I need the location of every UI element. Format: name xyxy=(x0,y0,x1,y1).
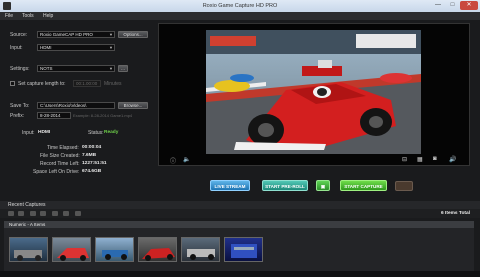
menu-file[interactable]: File xyxy=(5,13,13,19)
marker-icon[interactable] xyxy=(395,181,413,191)
race-car-image xyxy=(206,30,421,154)
prefix-label: Prefix: xyxy=(10,113,25,119)
thumbnail-image xyxy=(57,248,89,261)
capture-thumbnail[interactable] xyxy=(181,237,220,262)
thumbnail-image xyxy=(14,250,42,261)
menu-tools[interactable]: Tools xyxy=(22,13,34,19)
share-icon[interactable] xyxy=(63,211,69,216)
prefix-input[interactable]: 8-28-2014 xyxy=(37,112,71,119)
capture-length-input[interactable]: 00:1.00:00 xyxy=(73,80,101,87)
folder-icon[interactable] xyxy=(30,211,36,216)
info-icon[interactable]: ⓘ xyxy=(170,156,176,165)
file-size-value: 7.6MB xyxy=(82,153,97,158)
status-value: Ready xyxy=(104,130,119,135)
browse-button[interactable]: Browse... xyxy=(118,102,148,109)
back-icon[interactable] xyxy=(8,211,14,216)
capture-thumbnail[interactable] xyxy=(224,237,263,262)
space-left-label: Space Left On Drive: xyxy=(33,169,80,175)
window-title: Roxio Game Capture HD PRO xyxy=(202,3,278,9)
capture-thumbnail[interactable] xyxy=(52,237,91,262)
settings-panel: Source: Roxio GameCAP HD PRO ▼ Options..… xyxy=(0,20,155,180)
menu-help[interactable]: Help xyxy=(43,13,53,19)
recent-captures-header: Recent Captures xyxy=(0,201,480,209)
edit-icon[interactable] xyxy=(40,211,46,216)
start-capture-button[interactable]: START CAPTURE xyxy=(340,180,387,191)
save-to-input[interactable]: C:\Users\Roxio\Videos\ xyxy=(37,102,115,109)
settings-label: Settings: xyxy=(10,66,30,72)
capture-thumbnail[interactable] xyxy=(9,237,48,262)
chevron-down-icon: ▼ xyxy=(109,32,113,37)
preview-panel: ⓘ 🔈 ⊟ ▦ ◙ 🔊 xyxy=(158,23,470,166)
thumbnail-image xyxy=(187,249,215,260)
recent-toolbar: 6 Items Total xyxy=(0,209,480,218)
status-input-value: HDMI xyxy=(38,130,51,135)
file-size-label: File Size Created: xyxy=(40,153,80,159)
start-preroll-button[interactable]: START PRE-ROLL xyxy=(262,180,308,191)
source-select-value: Roxio GameCAP HD PRO xyxy=(40,32,93,37)
maximize-button[interactable]: □ xyxy=(446,1,459,10)
thumbnail-image xyxy=(102,250,128,260)
status-input-label: Input: xyxy=(22,130,35,136)
input-label: Input: xyxy=(10,45,23,51)
menu-bar: File Tools Help xyxy=(0,12,480,20)
capture-length-unit: Minutes xyxy=(104,81,122,87)
chevron-down-icon: ▼ xyxy=(109,66,113,71)
time-elapsed-label: Time Elapsed: xyxy=(47,145,79,151)
items-total: 6 Items Total xyxy=(441,211,470,216)
prefix-example: Example: 8-28-2014 Game1.mp4 xyxy=(73,113,133,118)
save-to-label: Save To: xyxy=(10,103,30,109)
thumbs-group-title: Numeric - A Items xyxy=(9,222,46,227)
status-label: Status: xyxy=(88,130,104,136)
record-time-value: 1227:51:51 xyxy=(82,161,107,166)
status-bar xyxy=(0,271,480,277)
minimize-button[interactable]: — xyxy=(431,1,445,10)
chevron-down-icon: ▼ xyxy=(109,45,113,50)
thumbnail-image xyxy=(231,244,257,258)
close-button[interactable]: ✕ xyxy=(460,1,478,10)
delete-icon[interactable] xyxy=(75,211,81,216)
time-elapsed-value: 00:00:04 xyxy=(82,145,102,150)
input-select[interactable]: HDMI ▼ xyxy=(37,44,115,51)
options-button[interactable]: Options... xyxy=(118,31,148,38)
source-select[interactable]: Roxio GameCAP HD PRO ▼ xyxy=(37,31,115,38)
recent-captures-title: Recent Captures xyxy=(8,202,46,208)
thumbnail-image xyxy=(142,248,175,261)
settings-select[interactable]: NOTS ▼ xyxy=(37,65,115,72)
save-icon[interactable]: ▣ xyxy=(316,180,330,191)
settings-select-value: NOTS xyxy=(40,66,53,71)
space-left-value: 674.6GB xyxy=(82,169,102,174)
volume-icon[interactable]: 🔈 xyxy=(183,156,190,163)
aspect-icon[interactable]: ▦ xyxy=(417,156,423,163)
capture-length-label: Set capture length to: xyxy=(18,81,66,87)
camera-icon[interactable]: ◙ xyxy=(433,156,437,162)
source-label: Source: xyxy=(10,32,28,38)
screen-size-icon[interactable]: ⊟ xyxy=(402,156,407,163)
thumbs-group-header: Numeric - A Items xyxy=(4,221,474,228)
capture-thumbnail[interactable] xyxy=(95,237,134,262)
capture-thumbnail[interactable] xyxy=(138,237,177,262)
settings-edit-button[interactable]: … xyxy=(118,65,128,72)
input-select-value: HDMI xyxy=(40,45,52,50)
record-time-label: Record Time Left: xyxy=(40,161,80,167)
preview-video xyxy=(206,30,421,154)
speaker-icon[interactable]: 🔊 xyxy=(449,156,456,163)
forward-icon[interactable] xyxy=(18,211,24,216)
upload-icon[interactable] xyxy=(52,211,58,216)
title-bar: Roxio Game Capture HD PRO — □ ✕ xyxy=(0,0,480,12)
capture-length-checkbox[interactable] xyxy=(10,81,15,86)
live-stream-button[interactable]: LIVE STREAM xyxy=(210,180,250,191)
